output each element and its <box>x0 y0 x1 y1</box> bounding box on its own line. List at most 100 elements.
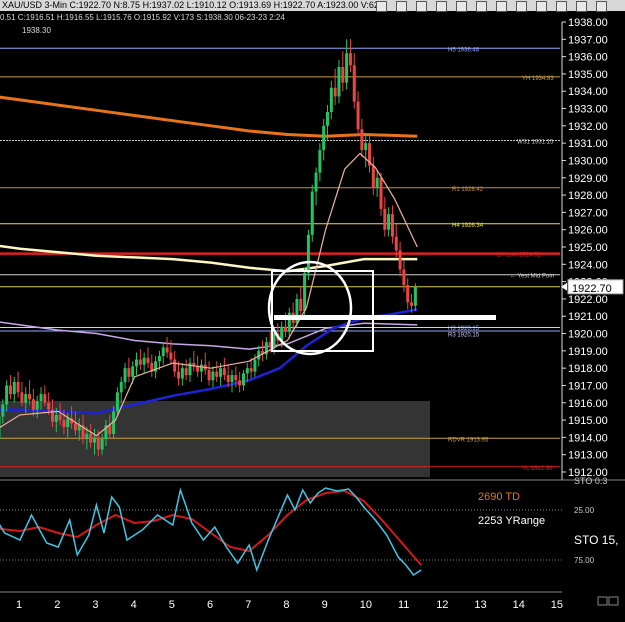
x-tick-label: 13 <box>474 599 486 611</box>
y-tick-label: 1935.00 <box>568 69 608 81</box>
candle-body <box>375 177 379 189</box>
y-tick-label: 1927.00 <box>568 207 608 219</box>
candle-body <box>222 368 226 376</box>
candle-body <box>310 191 314 235</box>
x-tick-label: 3 <box>92 599 98 611</box>
candle-body <box>20 392 24 403</box>
y-tick-label: 1931.00 <box>568 138 608 150</box>
candle-body <box>1 404 5 417</box>
candle-body <box>169 352 173 360</box>
candle-body <box>35 401 39 410</box>
candle-body <box>92 437 96 443</box>
candle-body <box>337 67 341 97</box>
candle-body <box>314 172 318 192</box>
x-tick-label: 6 <box>207 599 213 611</box>
candle-body <box>390 214 394 237</box>
candle-body <box>66 418 70 427</box>
candle-body <box>173 359 177 372</box>
y-tick-label: 1918.00 <box>568 363 608 375</box>
ohlc-readout: 0.51 C:1916.51 H:1916.55 L:1915.76 O:191… <box>0 13 285 22</box>
candle-body <box>100 439 104 450</box>
candle-body <box>135 359 139 367</box>
level-label: H5 1936.48 <box>448 47 480 53</box>
y-tick-label: 1915.00 <box>568 415 608 427</box>
candle-body <box>253 359 257 372</box>
candle-body <box>119 382 123 393</box>
level-label: LH Low 1924.62 <box>497 253 541 259</box>
candle-body <box>123 368 127 382</box>
candle-body <box>96 437 100 450</box>
candle-body <box>180 368 184 379</box>
candle-body <box>241 373 245 386</box>
candle-body <box>199 364 203 372</box>
yrange-text: 2253 YRange <box>478 515 545 527</box>
candle-body <box>364 143 368 151</box>
x-tick-label: 5 <box>169 599 175 611</box>
candle-body <box>383 208 387 230</box>
level-label: YL 1912.30 <box>522 466 553 472</box>
candle-body <box>85 433 89 440</box>
y-tick-label: 1920.00 <box>568 329 608 341</box>
x-tick-label: 8 <box>283 599 289 611</box>
candle-body <box>379 177 383 209</box>
annotation-box <box>271 270 374 352</box>
candle-body <box>89 433 93 443</box>
candle-body <box>142 357 146 365</box>
candle-body <box>322 125 326 151</box>
candle-body <box>196 366 200 372</box>
y-tick-label: 1922.00 <box>568 294 608 306</box>
level-label: ← Yest Mid Poin <box>510 274 554 280</box>
last-price-label: 1922.70 <box>572 283 612 295</box>
candle-body <box>356 101 360 130</box>
y-tick-label: 1930.00 <box>568 155 608 167</box>
candle-body <box>410 302 414 306</box>
candle-body <box>219 368 223 377</box>
cursor-value: 1938.30 <box>22 26 51 35</box>
candle-body <box>146 357 150 363</box>
x-tick-label: 10 <box>360 599 372 611</box>
sto-top-label: STO 0.3 <box>574 476 607 486</box>
y-tick-label: 1937.00 <box>568 34 608 46</box>
candle-body <box>108 425 112 434</box>
candle-body <box>62 420 66 427</box>
candle-body <box>230 375 234 382</box>
y-tick-label: 1928.00 <box>568 190 608 202</box>
candle-body <box>215 371 219 377</box>
y-tick-label: 1934.00 <box>568 86 608 98</box>
candle-body <box>5 385 9 405</box>
y-tick-label: 1919.00 <box>568 346 608 358</box>
sto-d-line <box>0 489 422 566</box>
candle-body <box>371 165 375 189</box>
annotation-circle <box>267 260 353 356</box>
chart-window: XAU/USD 3-Min C:1922.70 N:8.75 H:1937.02… <box>0 0 625 622</box>
candle-body <box>31 399 35 410</box>
y-tick-label: 1921.00 <box>568 311 608 323</box>
candle-body <box>43 394 47 403</box>
candle-body <box>245 368 249 374</box>
price-chart[interactable]: 0.51 C:1916.51 H:1916.55 L:1915.76 O:191… <box>0 0 625 622</box>
candle-body <box>402 269 406 286</box>
candle-body <box>165 347 169 353</box>
y-tick-label: 1916.00 <box>568 398 608 410</box>
level-label: RDVR 1913.95 <box>448 437 489 443</box>
y-tick-label: 1913.00 <box>568 450 608 462</box>
sto-level-25: 25.00 <box>574 506 595 515</box>
candle-body <box>58 414 62 421</box>
candle-body <box>333 87 337 97</box>
candle-body <box>345 53 349 83</box>
ma-cream <box>0 244 418 273</box>
candle-body <box>177 371 181 379</box>
level-label: R3 1920.15 <box>448 332 480 338</box>
candle-body <box>387 214 391 230</box>
level-label: YH 1934.83 <box>522 76 554 82</box>
candle-body <box>157 356 161 362</box>
candle-body <box>234 375 238 381</box>
sto-k-line <box>0 487 422 577</box>
candle-body <box>398 250 402 270</box>
y-tick-label: 1924.00 <box>568 259 608 271</box>
ma-pink <box>0 152 418 437</box>
candle-body <box>16 382 20 393</box>
x-tick-label: 7 <box>245 599 251 611</box>
candle-body <box>127 368 131 377</box>
candle-body <box>54 414 58 422</box>
